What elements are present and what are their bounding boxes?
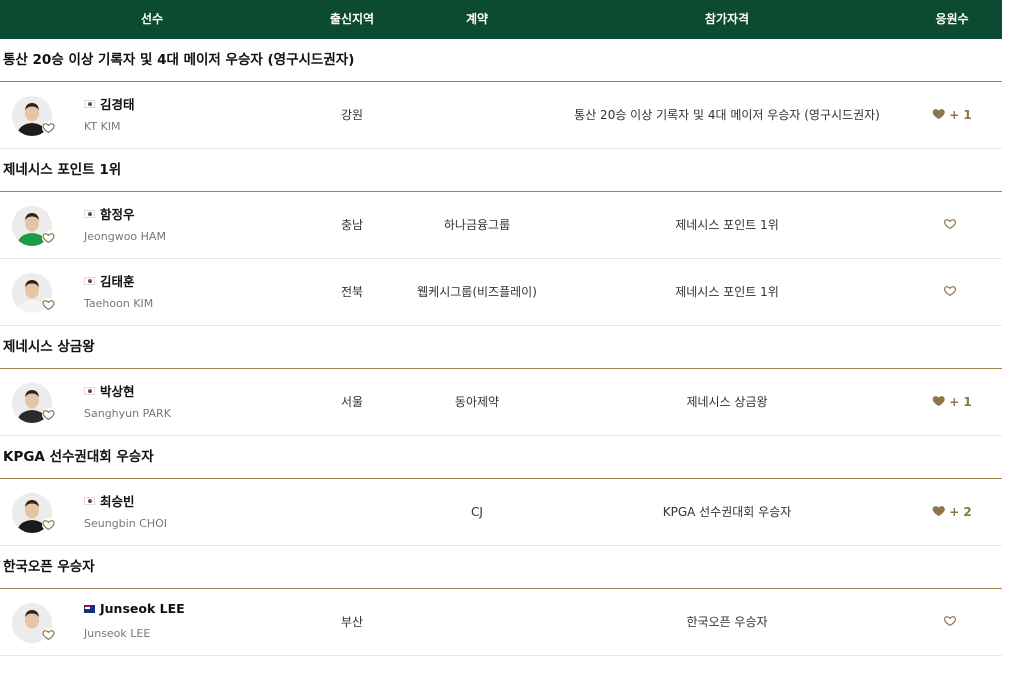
- korea-flag-icon: [84, 386, 95, 395]
- player-name-en: Seungbin CHOI: [84, 517, 168, 530]
- header-qualification: 참가자격: [704, 12, 750, 26]
- player-qualification: 통산 20승 이상 기록자 및 4대 메이저 우승자 (영구시드권자): [574, 108, 880, 122]
- player-region: 부산: [340, 615, 364, 629]
- header-contract: 계약: [465, 12, 489, 26]
- heart-filled-icon: [932, 107, 945, 123]
- header-cheers: 응원수: [935, 12, 969, 26]
- player-row[interactable]: 김경태 KT KIM 강원 통산 20승 이상 기록자 및 4대 메이저 우승자 (영…: [0, 82, 1002, 149]
- player-groups: 통산 20승 이상 기록자 및 4대 메이저 우승자 (영구시드권자) 김경태 KT…: [0, 39, 1002, 656]
- cheer-button[interactable]: + 1: [932, 82, 972, 148]
- player-contract: 하나금융그룹: [443, 218, 511, 232]
- player-name-en: Sanghyun PARK: [84, 407, 171, 420]
- player-qualification: 제네시스 포인트 1위: [675, 285, 779, 299]
- player-region: 전북: [340, 285, 364, 299]
- group-title: KPGA 선수권대회 우승자: [0, 436, 1002, 479]
- player-name-ko[interactable]: 김태훈: [100, 271, 135, 290]
- cheer-button[interactable]: [943, 192, 961, 258]
- player-name-en: KT KIM: [84, 120, 121, 133]
- favorite-heart-icon[interactable]: [42, 518, 55, 531]
- group-title: 제네시스 상금왕: [0, 326, 1002, 369]
- korea-flag-icon: [84, 99, 95, 108]
- player-contract: 웹케시그룹(비즈플레이): [417, 285, 537, 299]
- cheer-count: + 1: [949, 395, 972, 409]
- korea-flag-icon: [84, 209, 95, 218]
- heart-filled-icon: [932, 504, 945, 520]
- player-region: 충남: [340, 218, 364, 232]
- heart-outline-icon: [943, 284, 957, 300]
- player-name-ko-wrap[interactable]: 김경태: [84, 94, 135, 113]
- player-name-ko[interactable]: 김경태: [100, 94, 135, 113]
- favorite-heart-icon[interactable]: [42, 628, 55, 641]
- group-title: 통산 20승 이상 기록자 및 4대 메이저 우승자 (영구시드권자): [0, 39, 1002, 82]
- cheer-count: + 1: [949, 108, 972, 122]
- heart-outline-icon: [943, 217, 957, 233]
- player-table: 선수 출신지역 계약 참가자격 응원수 통산 20승 이상 기록자 및 4대 메…: [0, 0, 1002, 656]
- group-title: 한국오픈 우승자: [0, 546, 1002, 589]
- player-row[interactable]: 함정우 Jeongwoo HAM 충남 하나금융그룹 제네시스 포인트 1위: [0, 192, 1002, 259]
- player-qualification: KPGA 선수권대회 우승자: [662, 505, 792, 519]
- heart-filled-icon: [932, 394, 945, 410]
- australia-flag-icon: [84, 604, 95, 613]
- player-qualification: 한국오픈 우승자: [686, 615, 768, 629]
- favorite-heart-icon[interactable]: [42, 298, 55, 311]
- player-name-ko[interactable]: 최승빈: [100, 491, 135, 510]
- favorite-heart-icon[interactable]: [42, 231, 55, 244]
- player-name-ko[interactable]: 박상현: [100, 381, 135, 400]
- player-name-ko-wrap[interactable]: 박상현: [84, 381, 135, 400]
- cheer-button[interactable]: [943, 589, 961, 655]
- player-name-ko-wrap[interactable]: Junseok LEE: [84, 601, 185, 616]
- favorite-heart-icon[interactable]: [42, 121, 55, 134]
- player-name-en: Taehoon KIM: [84, 297, 154, 310]
- cheer-button[interactable]: + 1: [932, 369, 972, 435]
- player-name-en: Junseok LEE: [84, 627, 151, 640]
- player-row[interactable]: Junseok LEE Junseok LEE 부산 한국오픈 우승자: [0, 589, 1002, 656]
- table-header: 선수 출신지역 계약 참가자격 응원수: [0, 0, 1002, 39]
- player-row[interactable]: 최승빈 Seungbin CHOI CJ KPGA 선수권대회 우승자 + 2: [0, 479, 1002, 546]
- cheer-count: + 2: [949, 505, 972, 519]
- header-region: 출신지역: [329, 12, 375, 26]
- player-name-ko-wrap[interactable]: 최승빈: [84, 491, 135, 510]
- korea-flag-icon: [84, 276, 95, 285]
- player-region: 강원: [340, 108, 364, 122]
- player-row[interactable]: 박상현 Sanghyun PARK 서울 동아제약 제네시스 상금왕 + 1: [0, 369, 1002, 436]
- korea-flag-icon: [84, 496, 95, 505]
- player-region: 서울: [340, 395, 364, 409]
- player-qualification: 제네시스 상금왕: [686, 395, 768, 409]
- player-qualification: 제네시스 포인트 1위: [675, 218, 779, 232]
- group-title: 제네시스 포인트 1위: [0, 149, 1002, 192]
- favorite-heart-icon[interactable]: [42, 408, 55, 421]
- player-name-ko-wrap[interactable]: 김태훈: [84, 271, 135, 290]
- player-row[interactable]: 김태훈 Taehoon KIM 전북 웹케시그룹(비즈플레이) 제네시스 포인트 1위: [0, 259, 1002, 326]
- player-name-ko[interactable]: 함정우: [100, 204, 135, 223]
- header-player: 선수: [140, 12, 164, 26]
- heart-outline-icon: [943, 614, 957, 630]
- player-name-ko[interactable]: Junseok LEE: [100, 601, 185, 616]
- player-contract: 동아제약: [454, 395, 500, 409]
- player-contract: CJ: [471, 505, 483, 519]
- cheer-button[interactable]: + 2: [932, 479, 972, 545]
- player-name-en: Jeongwoo HAM: [84, 230, 166, 243]
- player-name-ko-wrap[interactable]: 함정우: [84, 204, 135, 223]
- cheer-button[interactable]: [943, 259, 961, 325]
